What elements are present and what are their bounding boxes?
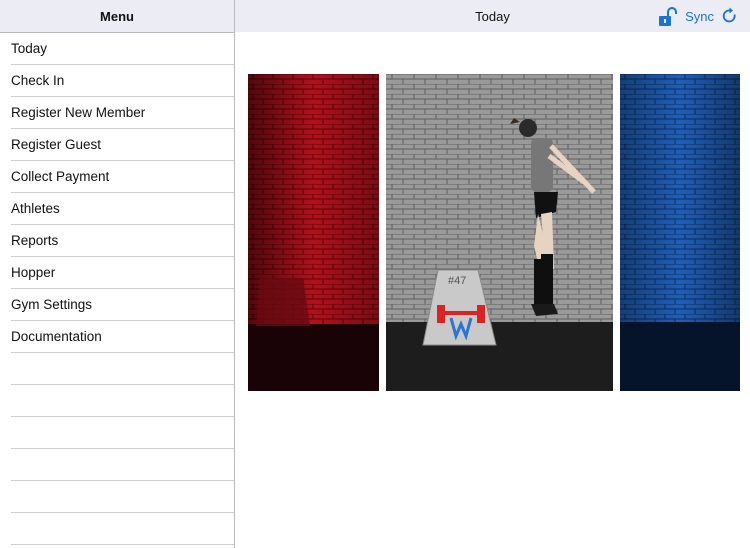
menu-item-label: Hopper (11, 265, 56, 280)
unlocked-padlock-icon[interactable] (657, 7, 679, 27)
page-title: Today (475, 8, 510, 24)
menu-item-label: Today (11, 41, 48, 56)
menu-item-gym-settings[interactable]: Gym Settings (11, 289, 234, 321)
empty-row (11, 353, 234, 385)
empty-row (11, 385, 234, 417)
blue-brick-photo (620, 74, 740, 391)
menu-item-athletes[interactable]: Athletes (11, 193, 234, 225)
red-brick-photo (248, 74, 379, 391)
sidebar: Menu Today Check In Register New Member … (0, 0, 235, 548)
menu-item-label: Register Guest (11, 137, 102, 152)
menu-item-hopper[interactable]: Hopper (11, 257, 234, 289)
menu-item-label: Register New Member (11, 105, 146, 120)
menu-item-collect-payment[interactable]: Collect Payment (11, 161, 234, 193)
athlete-jumping-photo: #47 (386, 74, 613, 391)
sync-label: Sync (685, 8, 714, 24)
sync-button[interactable]: Sync (685, 7, 738, 25)
menu-item-label: Collect Payment (11, 169, 110, 184)
menu-item-label: Reports (11, 233, 59, 248)
menu-item-label: Gym Settings (11, 297, 93, 312)
menu-item-label: Athletes (11, 201, 60, 216)
menu-item-documentation[interactable]: Documentation (11, 321, 234, 353)
menu-item-register-guest[interactable]: Register Guest (11, 129, 234, 161)
menu-item-reports[interactable]: Reports (11, 225, 234, 257)
menu-item-check-in[interactable]: Check In (11, 65, 234, 97)
empty-row (11, 481, 234, 513)
main-content: #47 (235, 32, 750, 548)
empty-row (11, 449, 234, 481)
menu-item-register-new-member[interactable]: Register New Member (11, 97, 234, 129)
top-bar: Today Sync (235, 0, 750, 32)
menu-item-label: Check In (11, 73, 65, 88)
menu-item-label: Documentation (11, 329, 102, 344)
menu-item-today[interactable]: Today (11, 33, 234, 65)
box-number: #47 (448, 275, 466, 287)
empty-row (11, 417, 234, 449)
empty-row (11, 513, 234, 545)
sidebar-header: Menu (0, 0, 234, 33)
sidebar-title: Menu (100, 8, 134, 24)
refresh-icon (722, 7, 736, 23)
top-actions: Sync (685, 0, 738, 32)
